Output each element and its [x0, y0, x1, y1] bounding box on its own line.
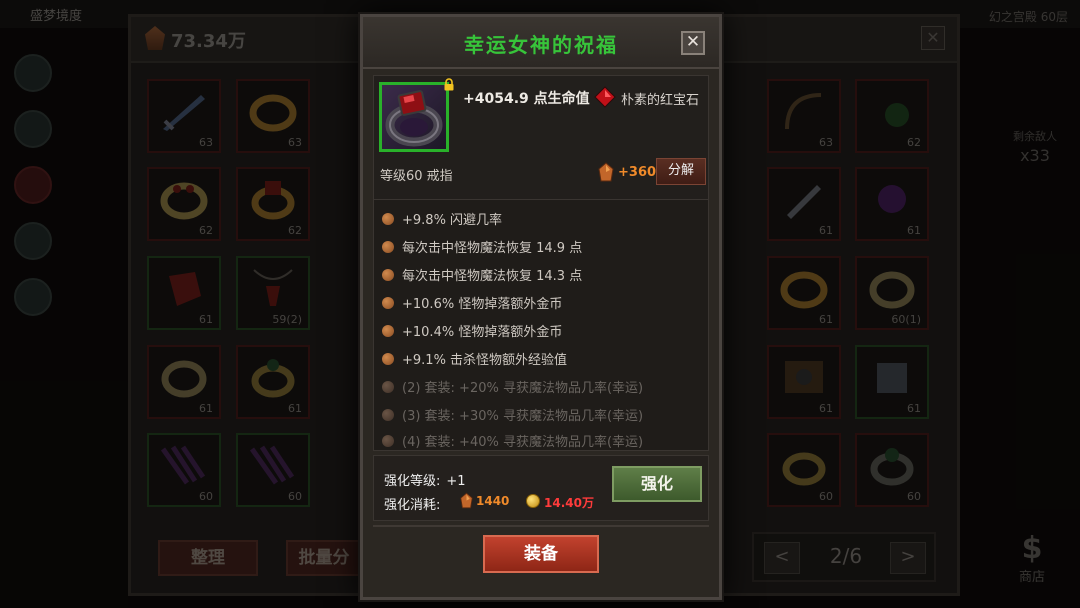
equip-button[interactable]: 装备	[483, 535, 599, 573]
attribute-list: +9.8% 闪避几率 每次击中怪物魔法恢复 14.9 点 每次击中怪物魔法恢复 …	[373, 199, 709, 451]
attribute-row: +9.1% 击杀怪物额外经验值	[382, 348, 567, 374]
gold-coin-icon	[526, 494, 540, 508]
set-bonus-row: (4) 套装: +40% 寻获魔法物品几率(幸运)	[382, 430, 643, 456]
attribute-row: +9.8% 闪避几率	[382, 208, 502, 234]
ring-item-icon	[379, 82, 449, 152]
enhance-level-value: +1	[446, 474, 466, 489]
enhance-level-label: 强化等级:	[384, 474, 441, 489]
item-level-type: 等级60 戒指	[380, 169, 453, 184]
ore-icon	[460, 492, 473, 509]
lock-icon[interactable]	[443, 78, 455, 91]
salvage-button[interactable]: 分解	[656, 158, 706, 185]
bullet-icon	[382, 325, 394, 337]
attribute-row: 每次击中怪物魔法恢复 14.3 点	[382, 264, 582, 290]
enhance-cost-label: 强化消耗:	[384, 498, 441, 513]
enhance-panel: 强化等级: +1 强化消耗: 1440 14.40万 强化	[373, 455, 709, 521]
set-bonus-row: (2) 套装: +20% 寻获魔法物品几率(幸运)	[382, 376, 643, 402]
enhance-level-line: 强化等级: +1	[384, 470, 466, 489]
ore-icon	[598, 162, 614, 182]
enhance-gold-cost: 14.40万	[544, 496, 594, 510]
ruby-gem-icon	[594, 86, 616, 108]
bullet-icon	[382, 297, 394, 309]
bullet-icon	[382, 381, 394, 393]
enhance-button[interactable]: 强化	[612, 466, 702, 502]
bullet-icon	[382, 353, 394, 365]
item-detail-popup: 幸运女神的祝福 ✕ +4054.9 点生命值 朴素的红宝石 等级60 戒指 +3…	[360, 14, 722, 600]
bullet-icon	[382, 269, 394, 281]
attribute-row: +10.4% 怪物掉落额外金币	[382, 320, 562, 346]
attribute-row: +10.6% 怪物掉落额外金币	[382, 292, 562, 318]
item-name-title: 幸运女神的祝福	[464, 33, 618, 57]
close-icon[interactable]: ✕	[681, 31, 705, 55]
salvage-reward: +360	[618, 165, 657, 180]
socketed-gem-name: 朴素的红宝石	[621, 93, 700, 108]
bullet-icon	[382, 241, 394, 253]
popup-header: 幸运女神的祝福 ✕	[363, 17, 719, 69]
bullet-icon	[382, 213, 394, 225]
main-stat: +4054.9 点生命值	[463, 91, 590, 107]
item-summary: +4054.9 点生命值 朴素的红宝石 等级60 戒指 +360 分解	[373, 75, 709, 201]
divider	[373, 525, 709, 527]
bullet-icon	[382, 435, 394, 447]
bullet-icon	[382, 409, 394, 421]
enhance-ore-cost: 1440	[476, 494, 510, 508]
ring-item-art	[385, 90, 443, 147]
set-bonus-row: (3) 套装: +30% 寻获魔法物品几率(幸运)	[382, 404, 643, 430]
attribute-row: 每次击中怪物魔法恢复 14.9 点	[382, 236, 582, 262]
